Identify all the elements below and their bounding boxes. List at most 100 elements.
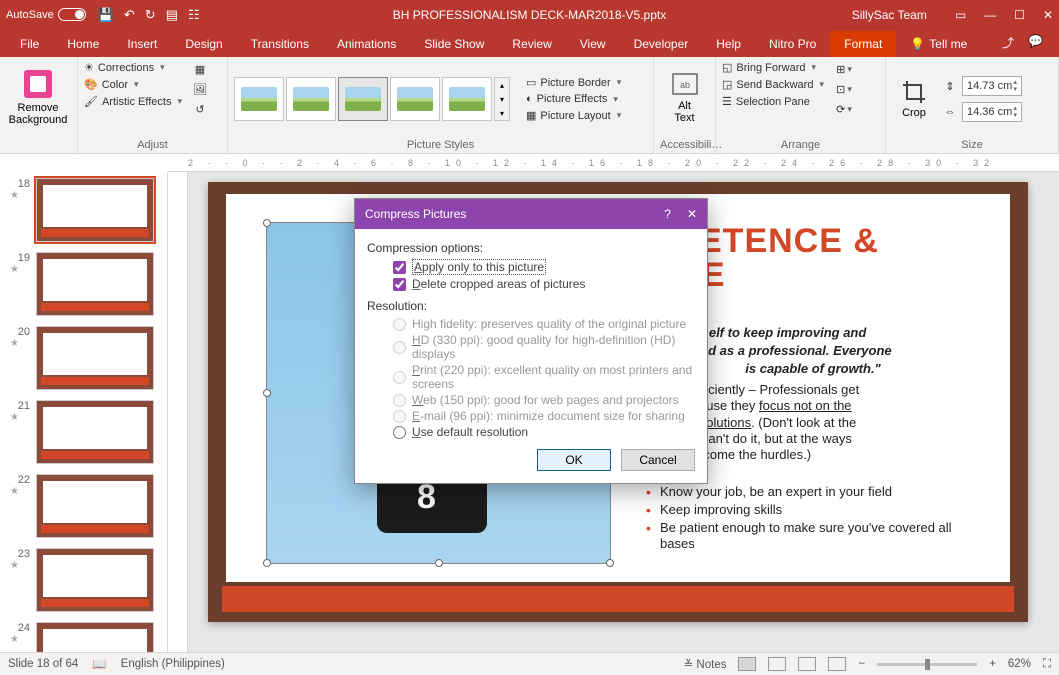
save-icon[interactable]: 💾 [98,7,114,23]
zoom-out-button[interactable]: − [858,658,865,670]
corrections-button[interactable]: ☀Corrections [84,61,182,74]
ribbon-display-icon[interactable]: ▭ [955,8,966,22]
bring-forward-button[interactable]: ◱Bring Forward [722,61,824,74]
sorter-view-icon[interactable] [768,657,786,671]
selpane-icon: ☰ [722,95,732,108]
comments-icon[interactable]: 💬 [1028,34,1043,51]
minimize-icon[interactable]: — [984,8,996,22]
bullets-icon[interactable]: ☷ [188,7,200,23]
bulb-icon: 💡 [910,37,925,51]
picture-styles-gallery[interactable]: ▴▾▾ [234,77,510,121]
delete-cropped-checkbox[interactable]: Delete cropped areas of pictures [393,277,695,291]
tab-design[interactable]: Design [171,31,236,57]
tab-format[interactable]: Format [830,31,896,57]
slide-thumb[interactable]: 22★ [10,474,167,538]
send-backward-button[interactable]: ◲Send Backward [722,78,824,91]
fit-to-window-icon[interactable]: ⛶ [1043,658,1051,671]
compress-icon[interactable]: ▦ [192,61,208,77]
tab-review[interactable]: Review [498,31,565,57]
res-hd-radio: HD (330 ppi): good quality for high-defi… [393,333,695,361]
color-button[interactable]: 🎨Color [84,78,182,91]
slide-thumb[interactable]: 20★ [10,326,167,390]
compress-pictures-dialog: Compress Pictures ?✕ Compression options… [354,198,708,484]
tab-animations[interactable]: Animations [323,31,410,57]
zoom-level[interactable]: 62% [1008,658,1031,670]
dialog-titlebar[interactable]: Compress Pictures ?✕ [355,199,707,229]
spellcheck-icon[interactable]: 📖 [92,657,106,671]
normal-view-icon[interactable] [738,657,756,671]
picture-border-button[interactable]: ▭Picture Border [526,76,621,89]
notes-button[interactable]: ≚ Notes [684,657,727,671]
tab-help[interactable]: Help [702,31,755,57]
zoom-slider[interactable] [877,663,977,666]
backward-icon: ◲ [722,78,732,91]
slide-thumb[interactable]: 19★ [10,252,167,316]
ok-button[interactable]: OK [537,449,611,471]
animation-star-icon: ★ [10,486,30,497]
start-icon[interactable]: ▤ [166,7,178,23]
maximize-icon[interactable]: ☐ [1014,8,1025,22]
height-input[interactable]: 14.73 cm▴▾ [962,76,1022,96]
slide-thumbnails-panel[interactable]: 18★ 19★ 20★ 21★ 22★ 23★ 24★ [0,172,168,656]
redo-icon[interactable]: ↻ [145,7,156,23]
border-icon: ▭ [526,76,536,89]
width-input[interactable]: 14.36 cm▴▾ [962,102,1022,122]
sun-icon: ☀ [84,61,94,74]
ribbon: Remove Background ☀Corrections 🎨Color 🖌A… [0,57,1059,154]
tab-nitro[interactable]: Nitro Pro [755,31,830,57]
tab-home[interactable]: Home [53,31,113,57]
slide-thumb[interactable]: 18★ [10,178,167,242]
ribbon-tabs: File Home Insert Design Transitions Anim… [0,29,1059,57]
autosave-label: AutoSave [6,9,54,21]
zoom-in-button[interactable]: + [989,658,996,670]
slideshow-view-icon[interactable] [828,657,846,671]
slide-footer-bar [222,586,1014,612]
picture-layout-button[interactable]: ▦Picture Layout [526,109,621,122]
slide-thumb[interactable]: 21★ [10,400,167,464]
autosave-toggle[interactable]: AutoSave [6,8,86,21]
tab-file[interactable]: File [6,31,53,57]
tab-transitions[interactable]: Transitions [237,31,323,57]
animation-star-icon: ★ [10,634,30,645]
style-thumb[interactable] [234,77,284,121]
slide-thumb[interactable]: 24★ [10,622,167,656]
svg-text:ab: ab [679,80,689,90]
gallery-more-button[interactable]: ▴▾▾ [494,77,510,121]
tab-slideshow[interactable]: Slide Show [410,31,498,57]
share-icon[interactable]: ⤴ [1002,34,1014,51]
brush-icon: 🖌 [84,95,98,108]
help-icon[interactable]: ? [664,207,671,221]
reset-picture-icon[interactable]: ↺ [192,101,208,117]
style-thumb[interactable] [338,77,388,121]
reading-view-icon[interactable] [798,657,816,671]
effects-icon: ◐ [526,93,533,105]
alt-text-button[interactable]: ab Alt Text [660,61,709,133]
undo-icon[interactable]: ↶ [124,7,135,23]
account-name[interactable]: SillySac Team [852,8,927,22]
style-thumb[interactable] [286,77,336,121]
apply-only-checkbox[interactable]: Apply only to this picture [393,259,695,275]
crop-button[interactable]: Crop [892,63,936,135]
style-thumb[interactable] [390,77,440,121]
tab-developer[interactable]: Developer [620,31,703,57]
artistic-effects-button[interactable]: 🖌Artistic Effects [84,95,182,108]
change-picture-icon[interactable]: 🖼 [192,81,208,97]
close-icon[interactable]: ✕ [1043,8,1053,22]
selection-pane-button[interactable]: ☰Selection Pane [722,95,824,108]
cancel-button[interactable]: Cancel [621,449,695,471]
tab-view[interactable]: View [566,31,620,57]
picture-effects-button[interactable]: ◐Picture Effects [526,93,621,105]
language-indicator[interactable]: English (Philippines) [121,658,225,670]
tell-me[interactable]: 💡 Tell me [900,31,977,57]
slide-counter[interactable]: Slide 18 of 64 [8,658,78,670]
group-icon[interactable]: ⊡ [836,81,852,97]
slide-thumb[interactable]: 23★ [10,548,167,612]
style-thumb[interactable] [442,77,492,121]
remove-background-button[interactable]: Remove Background [6,61,70,133]
dialog-close-icon[interactable]: ✕ [687,207,697,221]
align-icon[interactable]: ⊞ [836,61,852,77]
animation-star-icon: ★ [10,560,30,571]
rotate-icon[interactable]: ⟳ [836,101,852,117]
res-default-radio[interactable]: Use default resolution [393,425,695,439]
tab-insert[interactable]: Insert [113,31,171,57]
